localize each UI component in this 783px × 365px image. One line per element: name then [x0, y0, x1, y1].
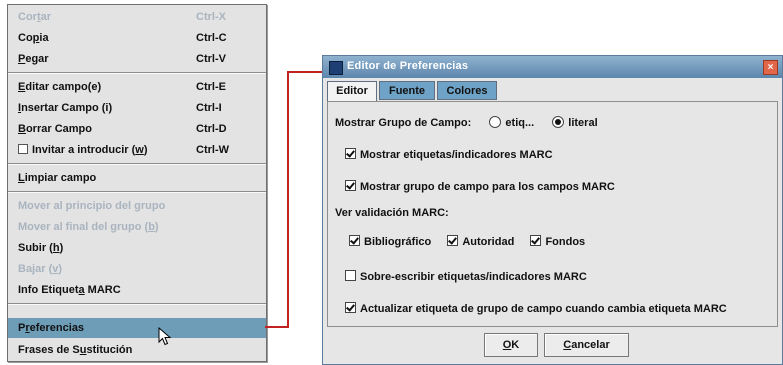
menu-item-move-up[interactable]: Subir (h) — [8, 238, 266, 258]
menu-item-move-to-group-end[interactable]: Mover al final del grupo (b) — [8, 217, 266, 237]
menu-item-clear-field[interactable]: Limpiar campo — [8, 168, 266, 188]
menu-item-move-to-group-start[interactable]: Mover al principio del grupo — [8, 196, 266, 216]
preferences-dialog: Editor de Preferencias × Editor Fuente C… — [322, 55, 783, 365]
radio-literal[interactable]: literal — [552, 116, 598, 129]
checkbox-overwrite[interactable]: Sobre-escribir etiquetas/indicadores MAR… — [345, 270, 587, 283]
checkbox-show-group[interactable]: Mostrar grupo de campo para los campos M… — [345, 180, 615, 193]
shortcut: Ctrl-C — [196, 32, 227, 44]
ok-button[interactable]: OK — [484, 333, 538, 357]
field-group-label: Mostrar Grupo de Campo: — [335, 117, 472, 129]
checkbox-checked-icon — [345, 302, 356, 313]
tab-colors[interactable]: Colores — [437, 81, 497, 100]
checkbox-checked-icon — [447, 235, 459, 246]
menu-separator — [8, 163, 266, 165]
tab-editor[interactable]: Editor — [327, 81, 377, 102]
menu-item-cut[interactable]: Cortar Ctrl-X — [8, 7, 266, 27]
app-icon — [329, 61, 343, 75]
checkbox-checked-icon — [345, 148, 356, 159]
shortcut: Ctrl-E — [196, 81, 226, 93]
radio-selected-icon — [552, 116, 565, 128]
menu-separator — [8, 72, 266, 74]
context-menu: Cortar Ctrl-X Copia Ctrl-C Pegar Ctrl-V … — [7, 4, 267, 362]
dialog-title: Editor de Preferencias — [347, 60, 469, 72]
shortcut: Ctrl-I — [196, 102, 222, 114]
editor-panel: Mostrar Grupo de Campo: etiq... literal … — [327, 101, 778, 327]
shortcut: Ctrl-W — [196, 144, 229, 156]
menu-item-substitution-phrases[interactable]: Frases de Sustitución — [8, 340, 266, 360]
checkbox-icon — [18, 144, 28, 154]
menu-item-insert-field[interactable]: Insertar Campo (i) Ctrl-I — [8, 98, 266, 118]
validation-options-row: Bibliográfico Autoridad Fondos — [349, 235, 585, 248]
menu-separator — [8, 191, 266, 193]
menu-item-copy[interactable]: Copia Ctrl-C — [8, 28, 266, 48]
title-bar[interactable]: Editor de Preferencias × — [323, 56, 782, 78]
mouse-pointer-icon — [158, 327, 172, 346]
connector-line — [287, 71, 322, 73]
checkbox-unchecked-icon — [345, 270, 356, 281]
checkbox-checked-icon — [345, 180, 356, 191]
shortcut: Ctrl-X — [196, 11, 226, 23]
checkbox-authority[interactable]: Autoridad — [447, 235, 514, 248]
menu-item-move-down[interactable]: Bajar (v) — [8, 259, 266, 279]
cancel-button[interactable]: Cancelar — [544, 333, 629, 357]
menu-item-paste[interactable]: Pegar Ctrl-V — [8, 49, 266, 69]
menu-item-preferences[interactable]: Preferencias — [8, 318, 266, 338]
shortcut: Ctrl-V — [196, 53, 226, 65]
shortcut: Ctrl-D — [196, 123, 227, 135]
menu-item-marc-tag-info[interactable]: Info Etiqueta MARC — [8, 280, 266, 300]
connector-line — [265, 326, 289, 328]
checkbox-update-group-tag[interactable]: Actualizar etiqueta de grupo de campo cu… — [345, 302, 727, 315]
radio-icon — [489, 116, 502, 128]
connector-line — [287, 71, 289, 328]
validation-label: Ver validación MARC: — [335, 207, 449, 219]
close-icon[interactable]: × — [763, 60, 778, 75]
menu-item-delete-field[interactable]: Borrar Campo Ctrl-D — [8, 119, 266, 139]
checkbox-holdings[interactable]: Fondos — [530, 235, 585, 248]
menu-item-edit-field[interactable]: Editar campo(e) Ctrl-E — [8, 77, 266, 97]
menu-separator — [8, 303, 266, 305]
checkbox-bibliographic[interactable]: Bibliográfico — [349, 235, 431, 248]
checkbox-checked-icon — [530, 235, 542, 246]
menu-item-prompt-input[interactable]: Invitar a introducir (w) Ctrl-W — [8, 140, 266, 160]
checkbox-show-tags[interactable]: Mostrar etiquetas/indicadores MARC — [345, 148, 553, 161]
radio-tag[interactable]: etiq... — [489, 116, 534, 129]
field-group-row: Mostrar Grupo de Campo: etiq... literal — [335, 116, 598, 129]
tab-font[interactable]: Fuente — [379, 81, 435, 100]
checkbox-checked-icon — [349, 235, 360, 246]
